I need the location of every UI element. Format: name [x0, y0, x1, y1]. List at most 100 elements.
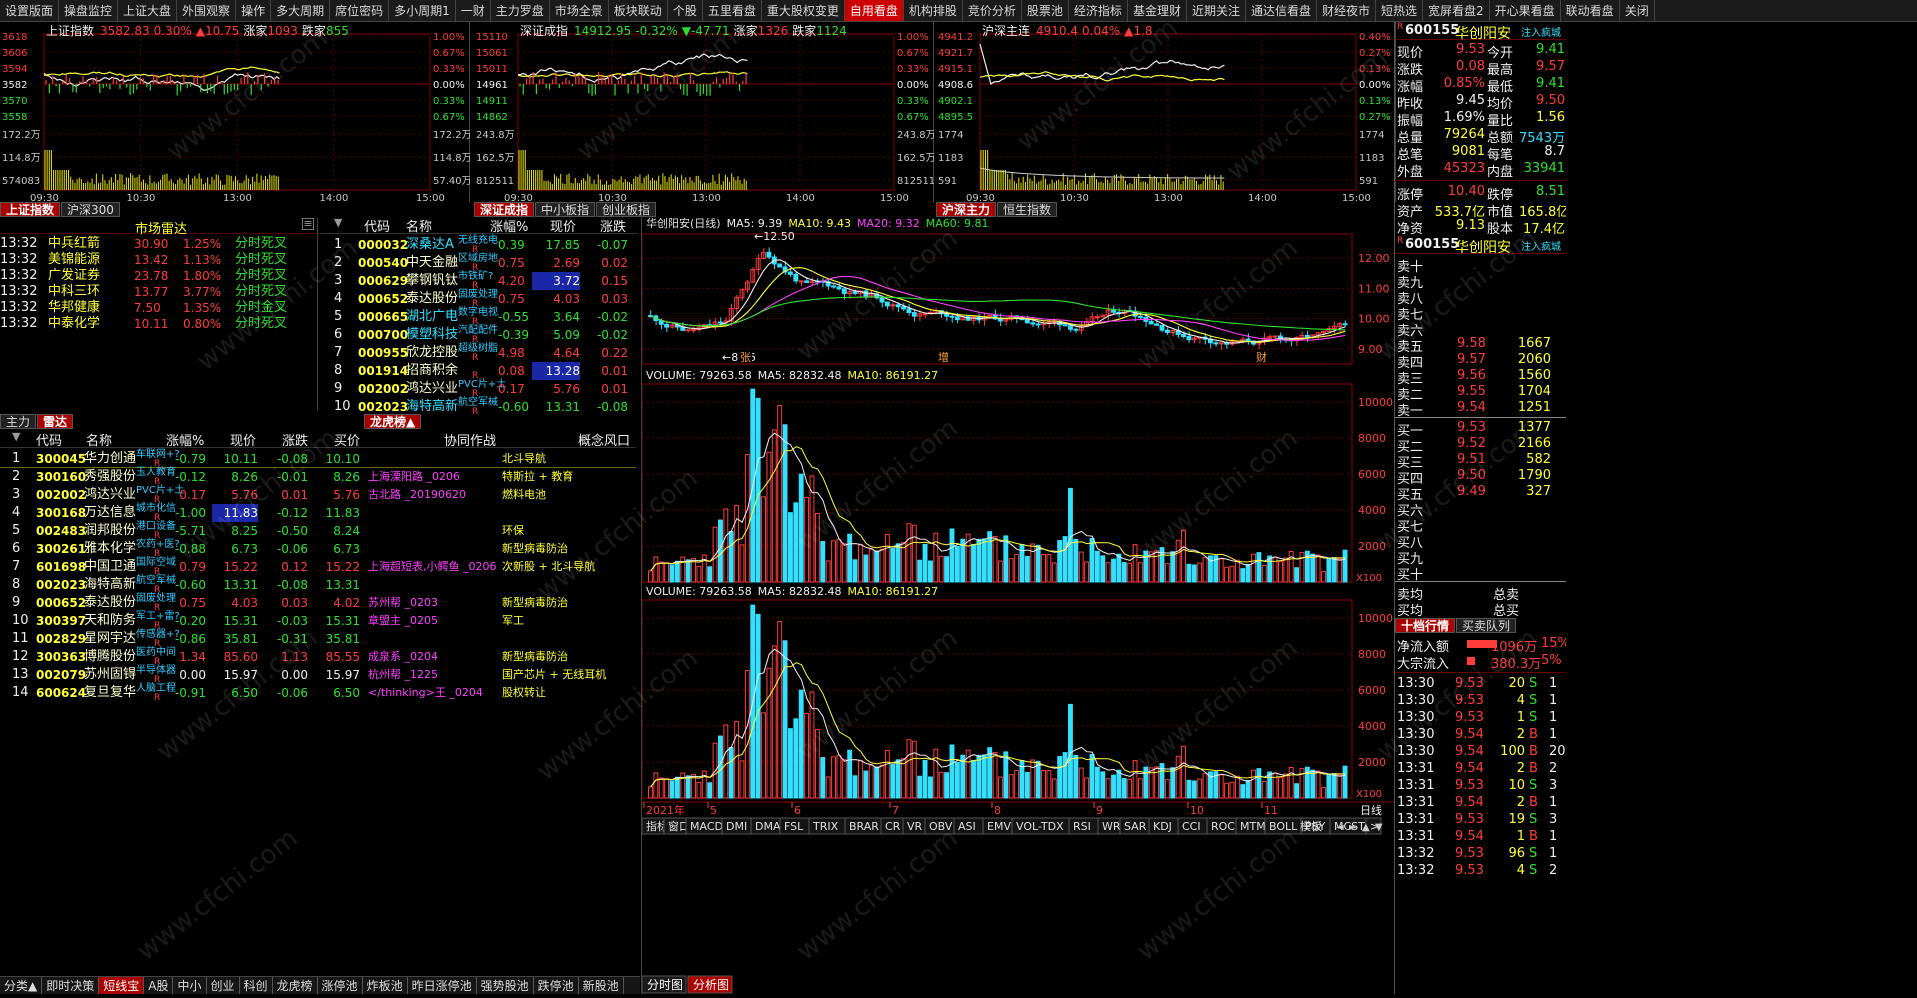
hot-row[interactable]: 8001914招商积余R0.0813.280.01: [320, 362, 638, 380]
nav-tab-2[interactable]: 上证大盘: [118, 0, 177, 22]
bid-price[interactable]: 9.53: [1457, 420, 1486, 435]
bottom-tab[interactable]: 龙虎榜: [273, 977, 318, 994]
indicator-tab[interactable]: MTM: [1236, 818, 1266, 834]
big-header[interactable]: 名称: [86, 430, 112, 449]
ask-price[interactable]: 9.58: [1457, 336, 1486, 351]
big-row[interactable]: 4300168万达信息城市化信R-1.0011.83-0.1211.83: [0, 504, 636, 522]
mini-tab[interactable]: 深证成指: [474, 202, 534, 217]
nav-tab-15[interactable]: 自用看盘: [845, 0, 904, 22]
hot-row[interactable]: 9002002鸿达兴业PVC片+土R0.175.760.01: [320, 380, 638, 398]
radar-row[interactable]: 13:32美锦能源13.421.13%分时死叉: [0, 252, 318, 268]
big-header[interactable]: 代码: [36, 430, 62, 449]
nav-tab-27[interactable]: 联动看盘: [1561, 0, 1620, 22]
hot-header[interactable]: 现价: [550, 216, 576, 235]
indicator-tab[interactable]: RSI: [1069, 818, 1098, 834]
nav-tab-19[interactable]: 经济指标: [1069, 0, 1128, 22]
nav-tab-1[interactable]: 操盘监控: [59, 0, 118, 22]
radar-settings-icon[interactable]: ≡: [302, 218, 314, 230]
nav-tab-9[interactable]: 主力罗盘: [491, 0, 550, 22]
nav-tab-22[interactable]: 通达信看盘: [1246, 0, 1317, 22]
bottom-tab[interactable]: 创业: [207, 977, 240, 994]
nav-arrow-icon[interactable]: ►: [1349, 822, 1357, 833]
nav-tab-6[interactable]: 席位密码: [330, 0, 389, 22]
table-tab[interactable]: 雷达: [37, 414, 73, 429]
big-header[interactable]: 涨幅%: [166, 430, 204, 449]
nav-tab-26[interactable]: 开心果看盘: [1490, 0, 1561, 22]
radar-row[interactable]: 13:32中兵红箭30.901.25%分时死叉: [0, 236, 318, 252]
kline-chart-svg[interactable]: 华创阳安(日线)MA5: 9.39MA10: 9.43MA20: 9.32MA6…: [642, 214, 1394, 994]
mini-chart-1[interactable]: 151101.00%150610.67%150110.33%149610.00%…: [474, 22, 934, 202]
nav-tab-23[interactable]: 财经夜市: [1317, 0, 1376, 22]
indicator-tab[interactable]: OBV: [925, 818, 954, 834]
big-row[interactable]: 3002002鸿达兴业PVC片+土R0.175.760.015.76古北路 _2…: [0, 486, 636, 504]
big-row[interactable]: 14600624复旦复华人脑工程R-0.916.50-0.066.50</thi…: [0, 684, 636, 702]
indicator-tab[interactable]: DMI: [722, 818, 751, 834]
indicator-tab[interactable]: KDJ: [1149, 818, 1178, 834]
hot-header[interactable]: 代码: [364, 216, 390, 235]
bid-price[interactable]: 9.51: [1457, 452, 1486, 467]
indicator-tab[interactable]: BOLL: [1265, 818, 1301, 834]
bottom-tab[interactable]: 新股池: [579, 977, 624, 994]
ask-price[interactable]: 9.54: [1457, 400, 1486, 415]
big-row[interactable]: 7601698中国卫通国际空域R0.7915.220.1215.22上海超短表,…: [0, 558, 636, 576]
table-tab[interactable]: 主力: [0, 414, 36, 429]
bottom-tab[interactable]: 科创: [240, 977, 273, 994]
bottom-tab[interactable]: A股: [144, 977, 173, 994]
bottom-tab[interactable]: 炸板池: [363, 977, 408, 994]
indicator-tab[interactable]: SAR: [1120, 818, 1149, 834]
big-header[interactable]: 买价: [334, 430, 360, 449]
hot-row[interactable]: 2000540中天金融区域房地R0.752.690.02: [320, 254, 638, 272]
big-row[interactable]: 5002483润邦股份港口设备R-5.718.25-0.508.24环保: [0, 522, 636, 540]
indicator-tab[interactable]: WR: [1098, 818, 1121, 834]
ask-price[interactable]: 9.56: [1457, 368, 1486, 383]
indicator-tab[interactable]: DMA: [751, 818, 781, 834]
hot-header[interactable]: 名称: [406, 216, 432, 235]
nav-tab-21[interactable]: 近期关注: [1187, 0, 1246, 22]
nav-tab-11[interactable]: 板块联动: [609, 0, 668, 22]
big-header[interactable]: 协同作战: [444, 430, 496, 449]
nav-tab-16[interactable]: 机构排股: [904, 0, 963, 22]
nav-tab-24[interactable]: 短热选: [1376, 0, 1423, 22]
mini-tab[interactable]: 中小板指: [535, 202, 595, 217]
big-row[interactable]: 13002079苏州固锝半导体器R0.0015.970.0015.97杭州帮 _…: [0, 666, 636, 684]
big-row[interactable]: 10300397天和防务军工+雷?R-0.2015.31-0.0315.31章盟…: [0, 612, 636, 630]
nav-tab-13[interactable]: 五里看盘: [703, 0, 762, 22]
nav-tab-14[interactable]: 重大股权变更: [762, 0, 845, 22]
radar-row[interactable]: 13:32华邦健康7.501.35%分时金叉: [0, 300, 318, 316]
template-button[interactable]: 模板: [1300, 819, 1322, 833]
indicator-tab[interactable]: VR: [903, 818, 925, 834]
nav-tab-20[interactable]: 基金理财: [1128, 0, 1187, 22]
indicator-tab[interactable]: TRIX: [809, 818, 845, 834]
sort-arrow-icon[interactable]: ▼: [334, 216, 342, 229]
bottom-tab[interactable]: 昨日涨停池: [408, 977, 477, 994]
radar-row[interactable]: 13:32广发证券23.781.80%分时死叉: [0, 268, 318, 284]
bid-price[interactable]: 9.49: [1457, 484, 1486, 499]
bottom-tab[interactable]: 中小: [173, 977, 206, 994]
bottom-tab[interactable]: 跌停池: [534, 977, 579, 994]
big-row[interactable]: 2300160秀强股份玉人教育R-0.128.26-0.018.26上海溧阳路 …: [0, 468, 636, 486]
chart-mode-tab[interactable]: 分析图: [688, 976, 732, 993]
hot-header[interactable]: 涨幅%: [490, 216, 528, 235]
mini-tab[interactable]: 上证指数: [0, 202, 60, 217]
nav-arrow-icon[interactable]: ▼: [1375, 822, 1383, 833]
nav-tab-10[interactable]: 市场全景: [550, 0, 609, 22]
radar-row[interactable]: 13:32中泰化学10.110.80%分时死叉: [0, 316, 318, 332]
indicator-tab[interactable]: MACD: [686, 818, 723, 834]
big-row[interactable]: 9000652泰达股份固废处理R0.754.030.034.02苏州帮 _020…: [0, 594, 636, 612]
big-row[interactable]: 1300045华力创通车联网+?R-0.7910.11-0.0810.10北斗导…: [0, 450, 636, 468]
right-scrollbar[interactable]: [1566, 22, 1917, 994]
bottom-tab[interactable]: 即时决策: [42, 977, 99, 994]
indicator-tab[interactable]: EMV: [983, 818, 1012, 834]
big-row[interactable]: 11002829星网宇达传感器+?R-0.8635.81-0.3135.81: [0, 630, 636, 648]
bottom-tab[interactable]: 强势股池: [477, 977, 534, 994]
nav-arrow-icon[interactable]: ▲: [1362, 822, 1370, 833]
big-header[interactable]: 现价: [230, 430, 256, 449]
nav-tab-3[interactable]: 外围观察: [177, 0, 236, 22]
mini-tab[interactable]: 沪深300: [61, 202, 120, 217]
big-row[interactable]: 12300363博腾股份医药中间R1.3485.601.1385.55成泉系 _…: [0, 648, 636, 666]
nav-tab-25[interactable]: 宽屏看盘2: [1423, 0, 1490, 22]
bid-price[interactable]: 9.52: [1457, 436, 1486, 451]
hot-row[interactable]: 5000665湖北广电数字电视R-0.553.64-0.02: [320, 308, 638, 326]
nav-tab-5[interactable]: 多大周期: [271, 0, 330, 22]
hot-row[interactable]: 3000629攀钢钒钛市铁矿?R4.203.720.15: [320, 272, 638, 290]
